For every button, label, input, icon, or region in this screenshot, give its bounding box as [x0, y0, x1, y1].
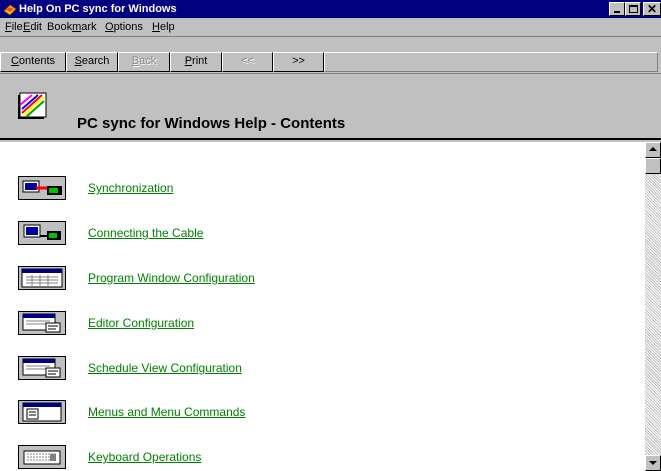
topic-link-program-window-configuration[interactable]: Program Window Configuration [88, 271, 255, 285]
topic-item: Menus and Menu Commands [0, 400, 400, 430]
topic-header: PC sync for Windows Help - Contents [0, 74, 661, 140]
scroll-thumb[interactable] [645, 158, 661, 174]
close-button[interactable]: ✕ [643, 2, 661, 16]
browse-next-button[interactable]: >> [273, 52, 324, 72]
maximize-button[interactable] [625, 2, 641, 16]
menu-bookmark[interactable]: Bookmark [47, 20, 97, 34]
topic-item: Synchronization [0, 176, 400, 206]
contents-topic-list: Synchronization Connecting the Cable Pro… [0, 142, 645, 471]
window-title: Help On PC sync for Windows [19, 3, 177, 15]
minimize-button[interactable] [609, 2, 625, 16]
contents-button[interactable]: Contents [0, 52, 66, 72]
topic-link-schedule-view-configuration[interactable]: Schedule View Configuration [88, 361, 242, 375]
synchronization-icon [18, 176, 66, 200]
page-title: PC sync for Windows Help - Contents [77, 115, 346, 132]
topic-link-editor-configuration[interactable]: Editor Configuration [88, 316, 194, 330]
program-window-icon [18, 266, 66, 290]
menu-edit[interactable]: Edit [23, 20, 42, 34]
topic-item: Editor Configuration [0, 311, 400, 341]
menu-options[interactable]: Options [105, 20, 143, 34]
title-bar[interactable]: Help On PC sync for Windows ✕ [0, 0, 661, 18]
maximize-icon [629, 5, 638, 13]
cable-connection-icon [18, 221, 66, 245]
help-book-icon [18, 92, 47, 119]
keyboard-icon [18, 445, 66, 469]
close-icon: ✕ [647, 2, 658, 16]
menu-window-icon [18, 400, 66, 424]
menu-file[interactable]: File [5, 20, 23, 34]
schedule-window-icon [18, 356, 66, 380]
button-bar-filler [324, 52, 658, 72]
topic-item: Connecting the Cable [0, 221, 400, 251]
topic-link-connecting-the-cable[interactable]: Connecting the Cable [88, 226, 203, 240]
topic-link-menus-and-menu-commands[interactable]: Menus and Menu Commands [88, 405, 245, 419]
help-window: Help On PC sync for Windows ✕ File Edit … [0, 0, 661, 471]
back-button[interactable]: Back [118, 52, 170, 72]
minimize-icon [614, 11, 620, 13]
topic-link-keyboard-operations[interactable]: Keyboard Operations [88, 450, 201, 464]
topic-item: Keyboard Operations [0, 445, 400, 471]
print-button[interactable]: Print [170, 52, 222, 72]
topic-link-synchronization[interactable]: Synchronization [88, 181, 173, 195]
help-app-icon[interactable] [3, 2, 17, 16]
browse-previous-button[interactable]: << [222, 52, 273, 72]
search-button[interactable]: Search [66, 52, 118, 72]
editor-window-icon [18, 311, 66, 335]
arrow-down-icon [649, 461, 657, 465]
topic-item: Schedule View Configuration [0, 356, 400, 386]
scroll-up-button[interactable] [645, 142, 661, 158]
scroll-down-button[interactable] [645, 455, 661, 471]
help-button-bar: Contents Search Back Print << >> [0, 36, 661, 74]
arrow-up-icon [649, 147, 657, 151]
vertical-scrollbar[interactable] [645, 142, 661, 471]
menu-help[interactable]: Help [152, 20, 175, 34]
menu-bar: File Edit Bookmark Options Help [0, 18, 661, 36]
topic-item: Program Window Configuration [0, 266, 400, 296]
